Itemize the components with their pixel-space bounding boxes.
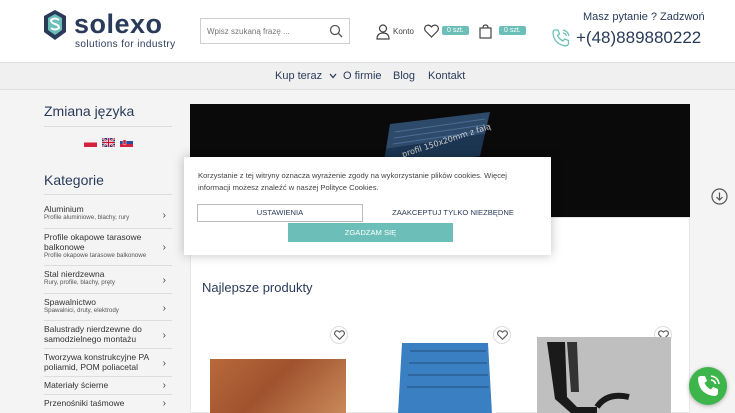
cookie-settings-button[interactable]: USTAWIENIA [197, 204, 363, 222]
logo-wordmark: solexo [74, 9, 163, 39]
slovak-flag-icon[interactable] [120, 138, 133, 147]
accept-necessary-button[interactable]: ZAAKCEPTUJ TYLKO NIEZBĘDNE [370, 204, 536, 222]
heart-icon [497, 330, 508, 340]
account-label: Konto [393, 27, 414, 36]
divider [44, 228, 172, 229]
nav-item-kontakt[interactable]: Kontakt [428, 70, 465, 82]
divider [44, 320, 172, 321]
search-input[interactable] [201, 19, 321, 43]
phone-icon [552, 29, 570, 47]
blue-profile-image [398, 341, 496, 413]
chevron-right-icon: › [162, 398, 166, 409]
nav-item-kup-teraz[interactable]: Kup teraz [275, 70, 337, 82]
category-materialy-scierne[interactable]: Materiały ścierne › [44, 380, 172, 391]
chevron-right-icon: › [162, 275, 166, 286]
phone-question: Masz pytanie ? Zadzwoń [583, 11, 705, 23]
sidebar: Zmiana języka Kategorie Aluminium Profil… [44, 90, 172, 413]
divider [44, 394, 172, 395]
chevron-right-icon: › [162, 303, 166, 314]
divider [44, 348, 172, 349]
wishlist-link[interactable]: 0 szt. [424, 24, 469, 40]
divider [44, 265, 172, 266]
scroll-down-icon[interactable] [711, 188, 728, 205]
english-flag-icon[interactable] [102, 138, 115, 147]
language-section-title: Zmiana języka [44, 103, 135, 119]
cart-link[interactable]: 0 szt. [479, 24, 526, 40]
phone-number-link[interactable]: +(48)889880222 [576, 28, 701, 48]
phone-icon [698, 375, 720, 396]
category-tworzywa[interactable]: Tworzywa konstrukcyjne PA poliamid, POM … [44, 352, 172, 372]
nav-item-blog[interactable]: Blog [393, 70, 415, 82]
category-profile-okapowe[interactable]: Profile okapowe tarasowe balkonowe Profi… [44, 232, 172, 260]
chevron-right-icon: › [162, 330, 166, 341]
chevron-right-icon: › [162, 380, 166, 391]
chevron-right-icon: › [162, 242, 166, 253]
cart-count-badge: 0 szt. [499, 26, 526, 35]
nav-item-o-firmie[interactable]: O firmie [343, 70, 382, 82]
divider [44, 293, 172, 294]
search-box [200, 18, 350, 44]
product-image[interactable] [398, 341, 496, 413]
call-button[interactable] [689, 367, 727, 405]
chevron-down-icon [329, 73, 337, 79]
logo-tagline: solutions for industry [75, 39, 176, 50]
product-image[interactable] [537, 337, 671, 413]
chevron-right-icon: › [162, 210, 166, 221]
cookie-consent-text: Korzystanie z tej witryny oznacza wyraże… [198, 171, 507, 192]
divider [44, 126, 172, 127]
wishlist-count-badge: 0 szt. [442, 26, 469, 35]
category-balustrady[interactable]: Balustrady nierdzewne do samodzielnego m… [44, 324, 172, 344]
header: solexo solutions for industry Konto 0 sz… [0, 0, 735, 62]
category-aluminium[interactable]: Aluminium Profile aluminiowe, blachy, ru… [44, 204, 172, 222]
heart-icon [334, 330, 345, 340]
logo-mark-icon [44, 10, 66, 40]
polish-flag-icon[interactable] [84, 138, 97, 147]
accept-all-button[interactable]: ZGADZAM SIĘ [288, 223, 453, 242]
divider [44, 376, 172, 377]
language-switcher [84, 138, 144, 148]
black-profile-image [547, 342, 630, 413]
logo[interactable]: solexo solutions for industry [44, 9, 184, 54]
best-products-title: Najlepsze produkty [202, 280, 313, 295]
category-stal-nierdzewna[interactable]: Stal nierdzewna Rury, profile, blachy, p… [44, 269, 172, 287]
product-image[interactable] [210, 359, 346, 413]
category-spawalnictwo[interactable]: Spawalnictwo Spawalnici, druty, elektrod… [44, 297, 172, 315]
chevron-right-icon: › [162, 358, 166, 369]
search-icon[interactable] [329, 24, 343, 38]
main-navigation: Kup teraz O firmie Blog Kontakt [0, 62, 735, 90]
categories-section-title: Kategorie [44, 172, 104, 188]
divider [44, 194, 172, 195]
user-icon [376, 24, 390, 40]
cookie-consent-dialog: Korzystanie z tej witryny oznacza wyraże… [184, 157, 551, 255]
category-przenosniki[interactable]: Przenośniki taśmowe › [44, 398, 172, 409]
heart-icon [424, 24, 439, 38]
shopping-bag-icon [479, 24, 492, 39]
add-to-wishlist-button[interactable] [330, 326, 348, 344]
